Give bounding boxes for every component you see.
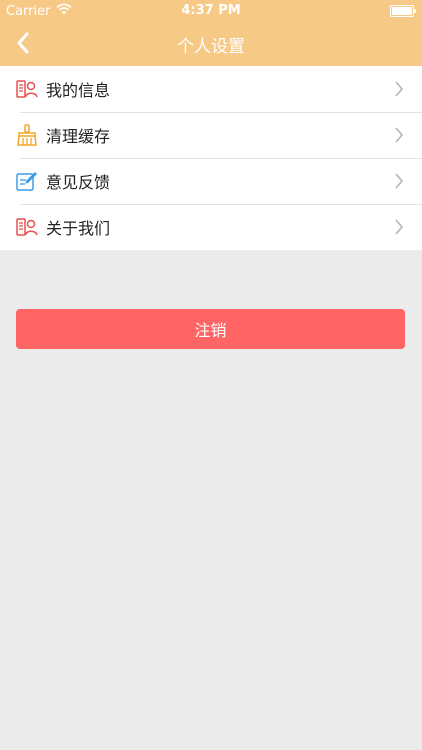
menu-item-label: 意见反馈: [46, 173, 111, 192]
menu-item-label: 关于我们: [46, 219, 111, 238]
logout-button[interactable]: 注销: [16, 309, 405, 349]
menu-item-feedback[interactable]: 意见反馈: [0, 158, 422, 204]
status-time: 4:37 PM: [181, 3, 241, 18]
broom-icon: [16, 124, 38, 146]
settings-menu: 我的信息 清理缓存 意见反馈 关于我们: [0, 66, 422, 250]
header-bar: Carrier 4:37 PM 个人设置: [0, 0, 422, 66]
chevron-right-icon: [395, 173, 404, 189]
menu-item-my-info[interactable]: 我的信息: [0, 66, 422, 112]
chevron-right-icon: [395, 81, 404, 97]
person-card-icon: [16, 216, 38, 238]
menu-item-label: 我的信息: [46, 81, 111, 100]
page-title: 个人设置: [177, 37, 245, 57]
person-card-icon: [16, 78, 38, 100]
status-bar: Carrier 4:37 PM: [0, 0, 422, 22]
edit-note-icon: [16, 170, 38, 192]
chevron-right-icon: [395, 127, 404, 143]
navigation-bar: 个人设置: [0, 22, 422, 66]
menu-item-about-us[interactable]: 关于我们: [0, 204, 422, 250]
menu-item-label: 清理缓存: [46, 127, 111, 146]
battery-icon: [390, 5, 416, 17]
menu-item-clear-cache[interactable]: 清理缓存: [0, 112, 422, 158]
chevron-right-icon: [395, 219, 404, 235]
